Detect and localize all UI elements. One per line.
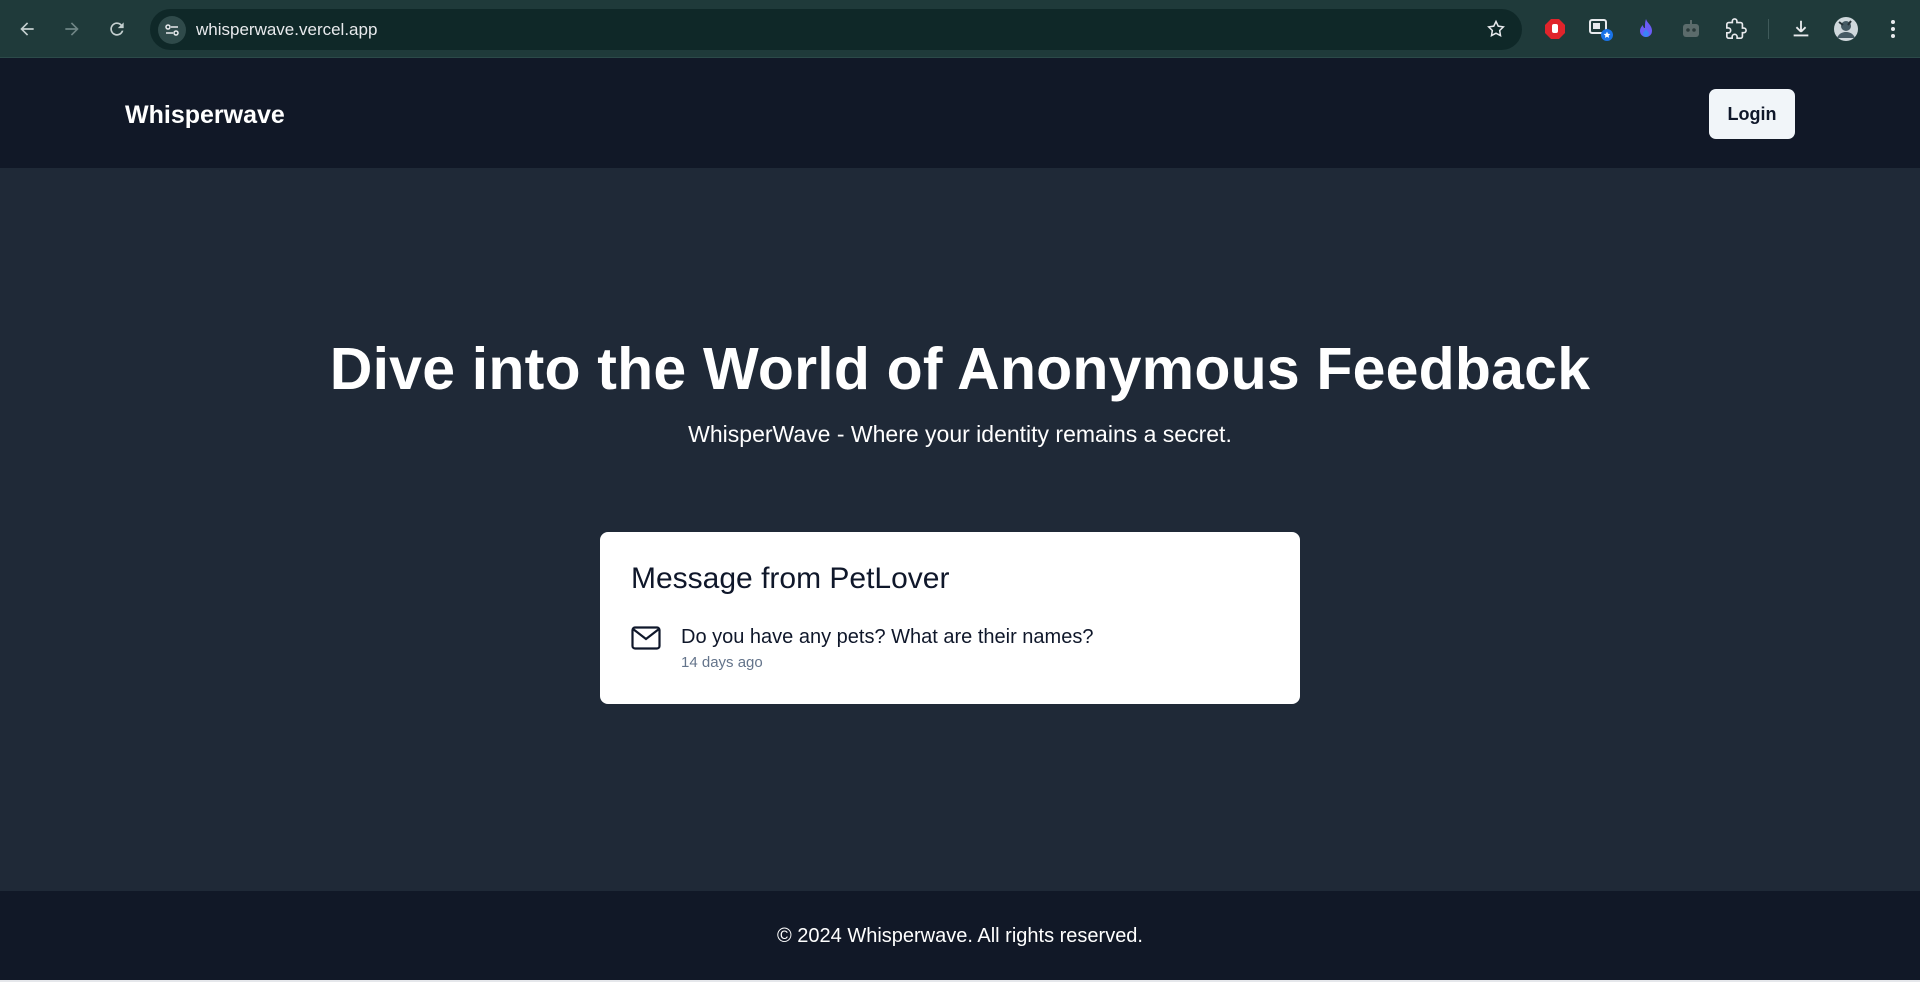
login-button[interactable]: Login xyxy=(1709,89,1795,139)
back-icon[interactable] xyxy=(9,11,45,47)
mail-icon xyxy=(631,626,661,650)
message-timestamp: 14 days ago xyxy=(681,654,763,671)
browser-toolbar: whisperwave.vercel.app xyxy=(0,0,1920,58)
site-header: Whisperwave Login xyxy=(0,58,1920,168)
site-footer: © 2024 Whisperwave. All rights reserved. xyxy=(0,891,1920,980)
forward-icon[interactable] xyxy=(54,11,90,47)
bookmark-star-icon[interactable] xyxy=(1486,19,1506,39)
flame-extension-icon[interactable] xyxy=(1633,16,1659,42)
more-menu-icon[interactable] xyxy=(1880,16,1906,42)
hero-subtitle: WhisperWave - Where your identity remain… xyxy=(688,421,1232,447)
toolbar-divider xyxy=(1768,19,1769,39)
adblock-extension-icon[interactable] xyxy=(1542,16,1568,42)
message-card: Message from PetLover Do you have any pe… xyxy=(600,532,1300,704)
hero-title: Dive into the World of Anonymous Feedbac… xyxy=(329,336,1591,402)
brand-logo-text[interactable]: Whisperwave xyxy=(125,101,285,130)
address-bar[interactable]: whisperwave.vercel.app xyxy=(150,9,1522,50)
robot-extension-icon[interactable] xyxy=(1678,16,1704,42)
footer-copyright: © 2024 Whisperwave. All rights reserved. xyxy=(776,925,1143,947)
reload-icon[interactable] xyxy=(99,11,135,47)
main-content: Dive into the World of Anonymous Feedbac… xyxy=(0,168,1920,891)
extensions-puzzle-icon[interactable] xyxy=(1723,16,1749,42)
url-text[interactable]: whisperwave.vercel.app xyxy=(196,20,377,40)
profile-avatar[interactable] xyxy=(1833,16,1859,42)
message-card-title: Message from PetLover xyxy=(631,562,950,595)
downloads-icon[interactable] xyxy=(1788,16,1814,42)
site-info-icon[interactable] xyxy=(158,16,186,44)
message-content: Do you have any pets? What are their nam… xyxy=(681,626,1094,648)
tab-search-extension-icon[interactable] xyxy=(1588,16,1614,42)
